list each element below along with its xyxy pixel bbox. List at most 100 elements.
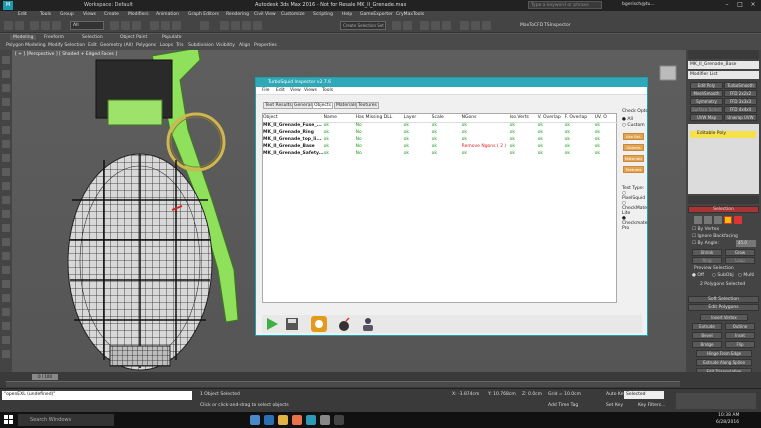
- dialog-menu-views[interactable]: Views: [304, 88, 317, 93]
- unlink-icon[interactable]: [41, 21, 50, 30]
- col-layer[interactable]: Layer: [403, 114, 432, 123]
- mod-surface-select-button[interactable]: Surface Select: [690, 106, 723, 113]
- col-name[interactable]: Name: [323, 114, 356, 123]
- material-editor-icon[interactable]: [442, 21, 451, 30]
- play-icon[interactable]: [264, 316, 280, 332]
- edge-browser-icon[interactable]: [264, 415, 274, 425]
- modifier-stack[interactable]: Editable Poly: [688, 124, 759, 194]
- menu-group[interactable]: Group: [60, 12, 74, 17]
- tab-general[interactable]: General: [292, 102, 314, 109]
- stack-item-editable-poly[interactable]: Editable Poly: [690, 131, 756, 138]
- curve-editor-icon[interactable]: [431, 21, 440, 30]
- pivot-icon[interactable]: [200, 21, 209, 30]
- menu-scripting[interactable]: Scripting: [313, 12, 333, 17]
- ribbon-edit[interactable]: Edit: [88, 43, 97, 48]
- rotate-icon[interactable]: [161, 21, 170, 30]
- edge-icon[interactable]: [704, 216, 712, 224]
- edit-polygons-rollout[interactable]: Edit Polygons: [688, 304, 759, 311]
- mod-ffd444-button[interactable]: FFD 4x4x4: [724, 106, 757, 113]
- tab-object-paint[interactable]: Object Paint: [120, 35, 147, 40]
- tool-icon[interactable]: [2, 140, 10, 148]
- ring-button[interactable]: Ring: [692, 257, 722, 264]
- col-f-overlap[interactable]: F. Overlap: [564, 114, 595, 123]
- minimize-icon[interactable]: –: [722, 1, 732, 9]
- radio-checkmate-pro[interactable]: ● Checkmate Pro: [622, 216, 648, 231]
- tool-icon[interactable]: [2, 294, 10, 302]
- soft-selection-rollout[interactable]: Soft Selection: [688, 296, 759, 303]
- dialog-menu-file[interactable]: File: [262, 88, 270, 93]
- store-icon[interactable]: [292, 415, 302, 425]
- extrude-button[interactable]: Extrude: [692, 323, 722, 330]
- radio-custom[interactable]: ○ Custom: [622, 123, 645, 128]
- move-icon[interactable]: [150, 21, 159, 30]
- menu-animation[interactable]: Animation: [156, 12, 179, 17]
- radio-checkmate-lite[interactable]: ○ CheckMate Lite: [622, 201, 648, 216]
- scale-icon[interactable]: [172, 21, 181, 30]
- mod-ffd222-button[interactable]: FFD 2x2x2: [724, 90, 757, 97]
- task-view-icon[interactable]: [250, 415, 260, 425]
- ribbon-properties[interactable]: Properties: [254, 43, 277, 48]
- selection-rollout[interactable]: Selection: [688, 206, 759, 213]
- user-icon[interactable]: [360, 316, 376, 332]
- align-icon[interactable]: [403, 21, 412, 30]
- tool-icon[interactable]: [2, 56, 10, 64]
- app-icon[interactable]: [334, 415, 344, 425]
- ribbon-geometry[interactable]: Geometry (All): [100, 43, 133, 48]
- tool-icon[interactable]: [2, 322, 10, 330]
- taskbar-search[interactable]: Search Windows: [18, 414, 114, 426]
- ribbon-align[interactable]: Align: [239, 43, 250, 48]
- tool-icon[interactable]: [2, 112, 10, 120]
- col-uv-overlap[interactable]: UV. O: [594, 114, 618, 123]
- select-by-name-icon[interactable]: [121, 21, 130, 30]
- tool-icon[interactable]: [2, 210, 10, 218]
- radio-pixelsquid[interactable]: ○ PixelSquid: [622, 191, 648, 201]
- bevel-button[interactable]: Bevel: [692, 332, 722, 339]
- clock-time[interactable]: 10:38 AM: [718, 413, 739, 418]
- set-key-button[interactable]: Set Key: [606, 403, 623, 408]
- playback-controls[interactable]: [676, 393, 756, 409]
- tool-icon[interactable]: [2, 336, 10, 344]
- modifier-list-dropdown[interactable]: Modifier List: [688, 71, 759, 79]
- tab-materials[interactable]: Materials: [334, 102, 359, 109]
- track-bar[interactable]: [6, 381, 680, 387]
- tool-icon[interactable]: [2, 224, 10, 232]
- menu-tools[interactable]: Tools: [40, 12, 51, 17]
- menu-graph-editors[interactable]: Graph Editors: [188, 12, 219, 17]
- ribbon-polygon-modeling[interactable]: Polygon Modeling: [6, 43, 46, 48]
- by-angle-spinner[interactable]: 45.0: [736, 240, 756, 247]
- panel-tabs[interactable]: [688, 50, 759, 59]
- undo-icon[interactable]: [4, 21, 13, 30]
- file-explorer-icon[interactable]: [278, 415, 288, 425]
- mod-edit-poly-button[interactable]: Edit Poly: [690, 82, 723, 89]
- hinge-from-edge-button[interactable]: Hinge From Edge: [696, 350, 752, 357]
- col-ngons[interactable]: NGons: [461, 114, 510, 123]
- tab-freeform[interactable]: Freeform: [44, 35, 64, 40]
- ribbon-loops[interactable]: Loops: [160, 43, 173, 48]
- col-object[interactable]: Object: [263, 114, 324, 123]
- tab-textures[interactable]: Textures: [356, 102, 379, 109]
- render-frame-icon[interactable]: [471, 21, 480, 30]
- table-row[interactable]: MK_II_Grenade_top_li... ok No ok ok ok ok ok ok o…: [263, 136, 618, 143]
- use-selected-button[interactable]: Use Sel. & Hid: [623, 133, 644, 144]
- border-icon[interactable]: [714, 216, 722, 224]
- radio-all[interactable]: ● All: [622, 117, 633, 122]
- tool-icon[interactable]: [2, 350, 10, 358]
- menu-create[interactable]: Create: [104, 12, 119, 17]
- tool-icon[interactable]: [2, 238, 10, 246]
- col-missing-dll[interactable]: Has Missing DLL: [355, 114, 404, 123]
- save-icon[interactable]: [284, 316, 300, 332]
- menu-gameexporter[interactable]: GameExporter: [360, 12, 393, 17]
- named-selection-set[interactable]: Create Selection Set: [340, 21, 386, 30]
- preview-off-radio[interactable]: ● Off: [692, 273, 704, 278]
- add-time-tag-button[interactable]: Add Time Tag: [548, 403, 578, 408]
- bomb-icon[interactable]: [336, 316, 352, 332]
- mod-turbosmooth-button[interactable]: TurboSmooth: [724, 82, 757, 89]
- redo-icon[interactable]: [15, 21, 24, 30]
- close-icon[interactable]: ×: [748, 1, 758, 9]
- bridge-button[interactable]: Bridge: [692, 341, 722, 348]
- ribbon-visibility[interactable]: Visibility: [216, 43, 235, 48]
- preview-multi-radio[interactable]: ○ Multi: [738, 273, 754, 278]
- menu-crymaxtools[interactable]: CryMaxTools: [396, 12, 424, 17]
- menu-rendering[interactable]: Rendering: [226, 12, 249, 17]
- timeline[interactable]: 0 / 100: [0, 372, 761, 388]
